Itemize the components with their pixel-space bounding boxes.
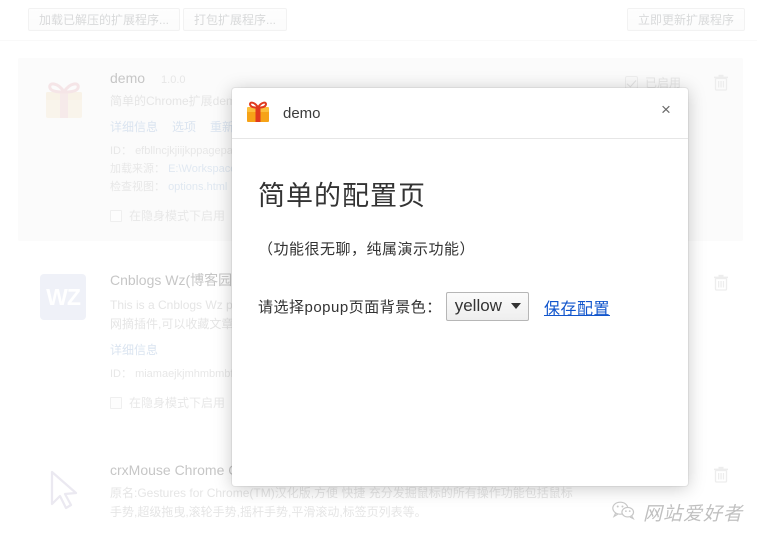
- gift-icon: [40, 74, 88, 122]
- background-color-select-value: yellow: [454, 296, 502, 315]
- wechat-icon: [611, 500, 635, 525]
- extension-source-label: 加载来源：: [110, 163, 165, 175]
- trash-icon[interactable]: [713, 274, 729, 291]
- options-dialog[interactable]: demo × 简单的配置页 （功能很无聊，纯属演示功能） 请选择popup页面背…: [232, 88, 688, 486]
- background-color-setting-row: 请选择popup页面背景色： yellow 保存配置: [258, 292, 688, 321]
- wz-icon-text: WZ: [40, 274, 86, 320]
- watermark: 网站爱好者: [611, 499, 743, 526]
- watermark-text: 网站爱好者: [642, 504, 743, 525]
- incognito-label: 在隐身模式下启用: [129, 396, 226, 410]
- extension-description-line2: 手势,超级拖曳,滚轮手势,摇杆手势,平滑滚动,标签页列表等。: [110, 505, 427, 519]
- extension-name: Cnblogs Wz(博客园网: [110, 272, 247, 288]
- background-color-label: 请选择popup页面背景色：: [258, 299, 442, 316]
- cursor-icon: [40, 466, 88, 514]
- gift-icon: [245, 98, 271, 129]
- extensions-toolbar: 加载已解压的扩展程序... 打包扩展程序... 立即更新扩展程序: [0, 0, 757, 41]
- dialog-title: demo: [283, 104, 321, 122]
- chevron-down-icon: [510, 303, 521, 309]
- extension-description: 原名:Gestures for Chrome(TM)汉化版,方便 快捷 充分发掘…: [110, 486, 573, 500]
- extension-views-value[interactable]: options.html: [168, 181, 227, 193]
- trash-icon[interactable]: [713, 74, 729, 91]
- extension-id-value: efbllncjkjiijkppagepa: [135, 145, 233, 157]
- extension-name-row: demo 1.0.0: [110, 70, 603, 86]
- extension-name: crxMouse Chrome Ge: [110, 462, 247, 478]
- extension-id-value: miamaejkjmhmbmbf: [135, 368, 234, 380]
- dialog-header: demo ×: [232, 88, 688, 139]
- extension-version: 1.0.0: [161, 74, 186, 86]
- background-color-select[interactable]: yellow: [445, 292, 529, 321]
- page-title: 简单的配置页: [258, 181, 426, 211]
- extension-id-label: ID：: [110, 368, 132, 380]
- update-extensions-now-button[interactable]: 立即更新扩展程序: [626, 8, 745, 31]
- incognito-checkbox[interactable]: [110, 209, 122, 222]
- load-unpacked-extension-button[interactable]: 加载已解压的扩展程序...: [28, 8, 181, 31]
- extension-source-value: E:\Workspace: [168, 163, 237, 175]
- close-icon[interactable]: ×: [657, 101, 675, 119]
- extension-id-label: ID：: [110, 145, 132, 157]
- extension-views-label: 检查视图：: [110, 181, 165, 193]
- link-details[interactable]: 详细信息: [110, 118, 158, 135]
- link-details[interactable]: 详细信息: [110, 341, 158, 358]
- pack-extension-button[interactable]: 打包扩展程序...: [183, 8, 288, 31]
- wz-icon: WZ: [40, 274, 88, 322]
- link-options[interactable]: 选项: [172, 118, 196, 135]
- page-subtitle: （功能很无聊，纯属演示功能）: [258, 241, 476, 258]
- incognito-label: 在隐身模式下启用: [129, 209, 226, 223]
- dialog-body: 简单的配置页 （功能很无聊，纯属演示功能） 请选择popup页面背景色： yel…: [232, 139, 688, 321]
- save-config-link[interactable]: 保存配置: [544, 295, 610, 319]
- extension-name: demo: [110, 70, 146, 86]
- trash-icon[interactable]: [713, 466, 729, 483]
- incognito-checkbox[interactable]: [110, 396, 122, 409]
